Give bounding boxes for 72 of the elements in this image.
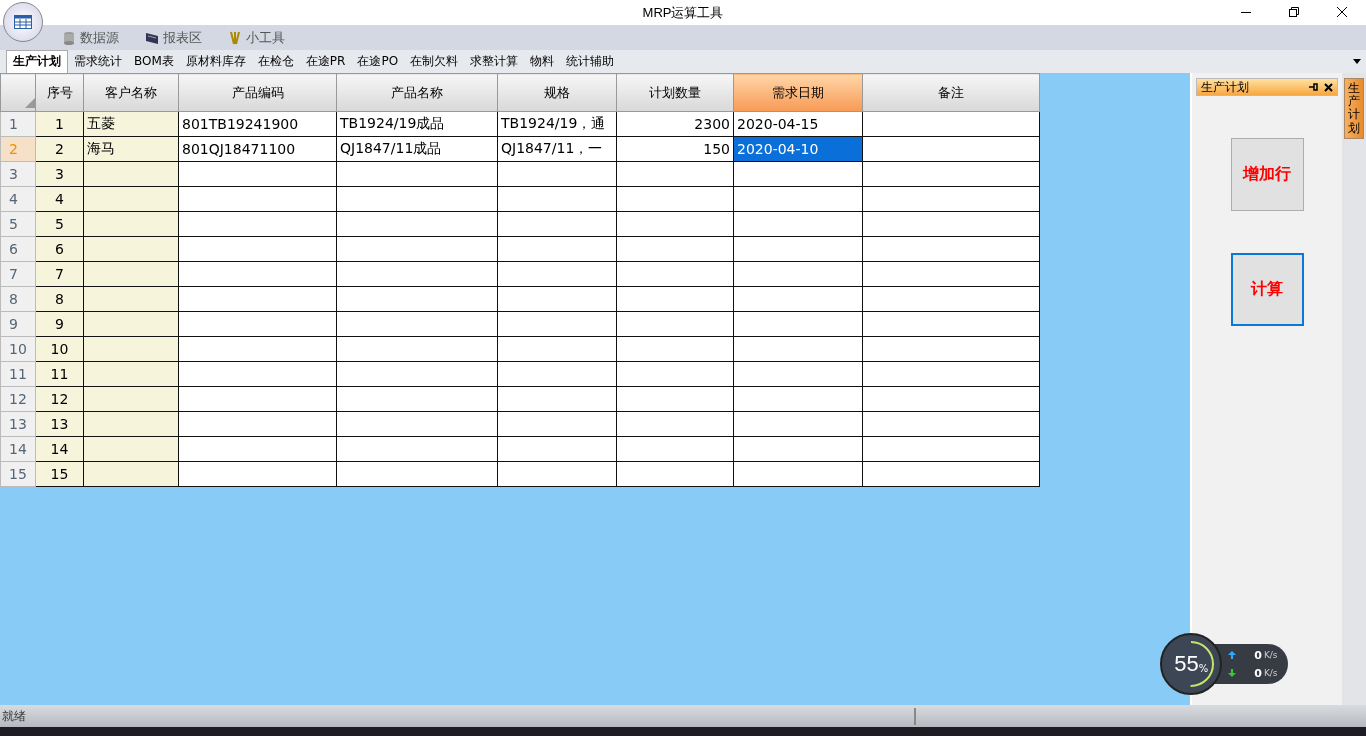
- table-cell: 801TB19241900: [178, 111, 337, 137]
- close-icon[interactable]: [1324, 82, 1333, 92]
- select-all-corner[interactable]: [0, 73, 36, 112]
- cpu-percent: 55: [1174, 651, 1199, 677]
- tools-icon: [228, 30, 242, 45]
- upload-unit: K/s: [1263, 650, 1278, 660]
- table-cell: QJ1847/11成品: [336, 136, 498, 162]
- column-header[interactable]: 客户名称: [83, 73, 179, 112]
- table-cell: 2020-04-10: [733, 136, 863, 162]
- ribbon-tab[interactable]: 小工具: [226, 26, 287, 49]
- side-tab[interactable]: 生产计划: [1344, 78, 1364, 139]
- table-cell: 2300: [616, 111, 734, 137]
- row-header[interactable]: 11: [0, 361, 36, 387]
- ribbon-tab[interactable]: 报表区: [143, 26, 204, 49]
- sheet-tab[interactable]: 求整计算: [464, 51, 525, 73]
- upload-speed: 0: [1254, 648, 1262, 662]
- table-icon: [14, 15, 32, 29]
- window-title: MRP运算工具: [642, 3, 724, 22]
- column-header[interactable]: 需求日期: [733, 73, 863, 112]
- sheet-tab[interactable]: BOM表: [128, 51, 180, 73]
- table-cell: 海马: [83, 136, 179, 162]
- download-arrow-icon: [1228, 669, 1237, 677]
- row-header[interactable]: 14: [0, 436, 36, 462]
- column-header[interactable]: 备注: [862, 73, 1040, 112]
- column-header[interactable]: 序号: [35, 73, 84, 112]
- row-header[interactable]: 1: [0, 111, 36, 137]
- table-cell: 五菱: [83, 111, 179, 137]
- sheet-tab[interactable]: 在检仓: [251, 51, 300, 73]
- column-header[interactable]: 规格: [497, 73, 617, 112]
- sheet-tab[interactable]: 原材料库存: [179, 51, 252, 73]
- download-speed: 0: [1254, 666, 1262, 680]
- row-header[interactable]: 12: [0, 386, 36, 412]
- table-cell: TB1924/19，通: [497, 111, 617, 137]
- restore-icon[interactable]: [1288, 6, 1300, 18]
- close-icon[interactable]: [1336, 6, 1348, 18]
- row-header[interactable]: 4: [0, 186, 36, 212]
- sheet-tab[interactable]: 需求统计: [68, 51, 128, 73]
- status-text: 就绪: [0, 707, 916, 725]
- pin-icon[interactable]: [1308, 82, 1318, 92]
- sheet-tab[interactable]: 在制欠料: [404, 51, 465, 73]
- chart-icon: [145, 30, 159, 45]
- row-header[interactable]: 7: [0, 261, 36, 287]
- app-menu-button[interactable]: [3, 2, 43, 42]
- row-header[interactable]: 13: [0, 411, 36, 437]
- table-cell: QJ1847/11，一: [497, 136, 617, 162]
- upload-arrow-icon: [1228, 651, 1237, 659]
- sheet-tab[interactable]: 统计辅助: [560, 51, 621, 73]
- dropdown-icon[interactable]: [1352, 57, 1362, 65]
- download-unit: K/s: [1263, 668, 1278, 678]
- row-header[interactable]: 5: [0, 211, 36, 237]
- column-header[interactable]: 产品编码: [178, 73, 337, 112]
- table-cell: 2020-04-15: [733, 111, 863, 137]
- column-header[interactable]: 产品名称: [336, 73, 498, 112]
- sheet-tab[interactable]: 生产计划: [6, 50, 68, 73]
- database-icon: [62, 30, 76, 45]
- sheet-tab[interactable]: 物料: [524, 51, 561, 73]
- sheet-tab[interactable]: 在途PR: [299, 51, 352, 73]
- table-cell: 801QJ18471100: [178, 136, 337, 162]
- row-header[interactable]: 8: [0, 286, 36, 312]
- panel-title: 生产计划: [1201, 78, 1251, 96]
- row-header[interactable]: 15: [0, 461, 36, 487]
- row-header[interactable]: 10: [0, 336, 36, 362]
- table-cell: 150: [616, 136, 734, 162]
- row-header[interactable]: 9: [0, 311, 36, 337]
- table-cell: TB1924/19成品: [336, 111, 498, 137]
- row-header[interactable]: 6: [0, 236, 36, 262]
- sheet-tab[interactable]: 在途PO: [351, 51, 405, 73]
- column-header[interactable]: 计划数量: [616, 73, 734, 112]
- ribbon-tab[interactable]: 数据源: [60, 26, 121, 49]
- percent-unit: %: [1198, 662, 1209, 674]
- row-header[interactable]: 3: [0, 161, 36, 187]
- corner-triangle-icon: [25, 98, 35, 108]
